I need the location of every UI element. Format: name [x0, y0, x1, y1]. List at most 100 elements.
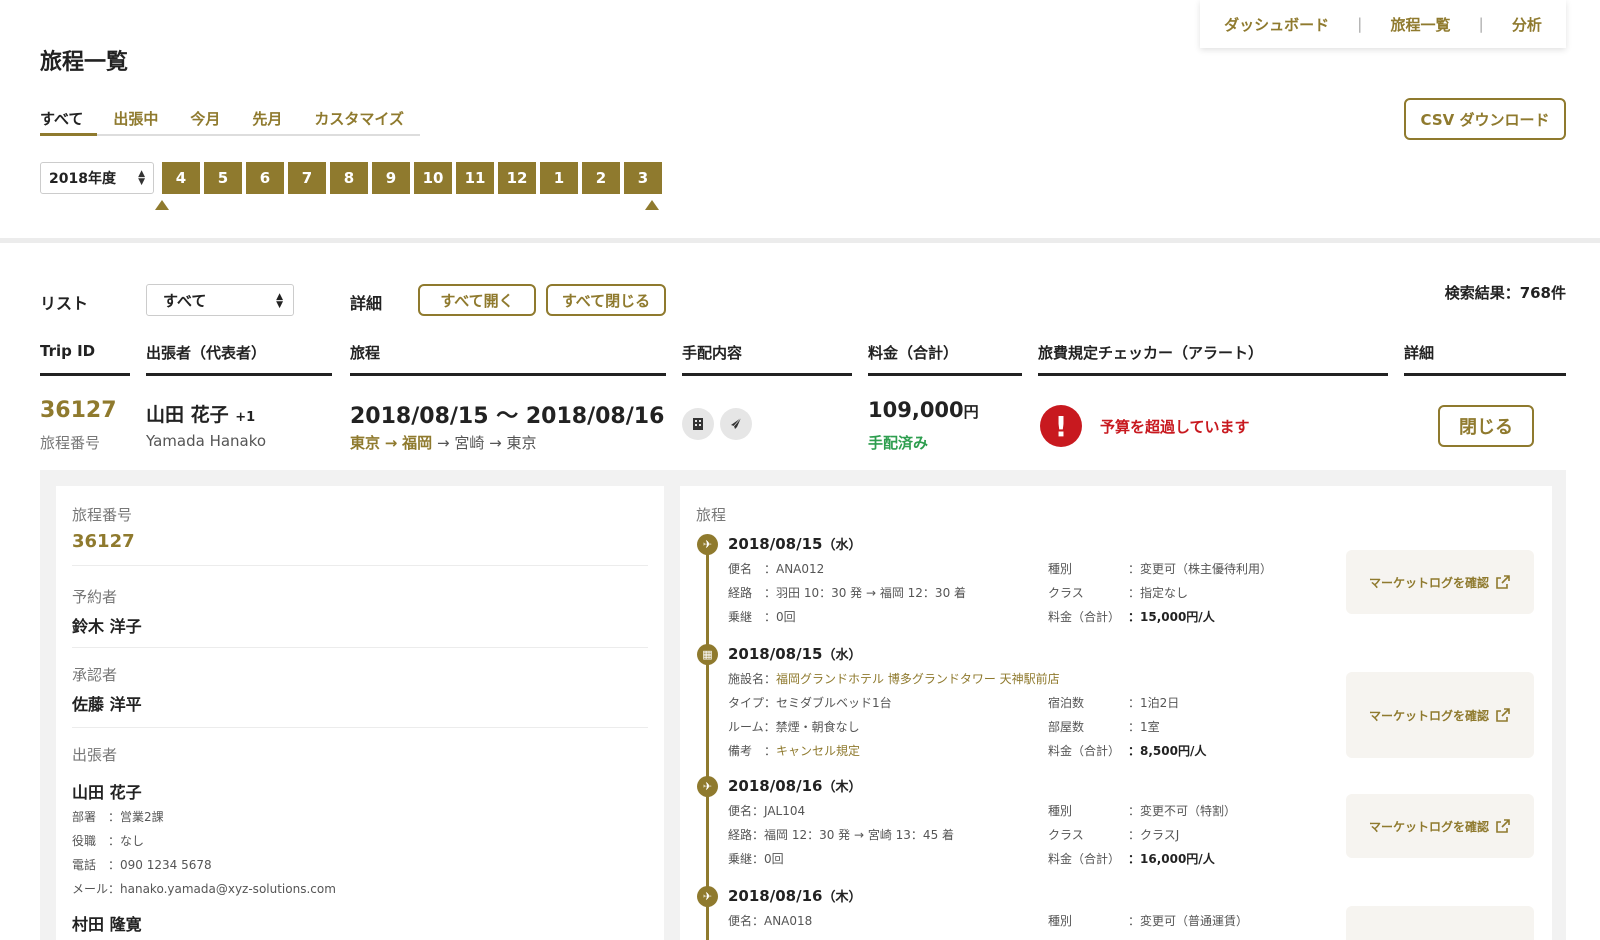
segment-dow: （水） [822, 648, 862, 663]
class-label: クラス [1048, 586, 1084, 600]
month-button[interactable]: 10 [414, 162, 452, 194]
room-options: ルーム：禁煙・朝食なし [728, 720, 860, 734]
itinerary-timeline-card: 旅程 ✈ 2018/08/15（水） 便名 ：ANA012 経路 ：羽田 10：… [680, 486, 1552, 940]
fare-type-value: ：変更不可（特割） [1128, 804, 1237, 818]
note-label: 備考 ： [728, 744, 777, 758]
market-log-button[interactable]: マーケットログを確認 [1346, 794, 1534, 858]
market-log-label: マーケットログを確認 [1368, 708, 1489, 723]
traveler-name: 山田 花子 [72, 783, 142, 802]
class-value: ：指定なし [1128, 586, 1189, 600]
airplane-icon: ✈ [697, 886, 718, 907]
flight-route: 経路 ：羽田 10：30 発 → 福岡 12：30 着 [728, 586, 967, 600]
tab-all[interactable]: すべて [40, 108, 98, 136]
col-itinerary: 旅程 [350, 342, 666, 376]
facility-name-link[interactable]: 福岡グランドホテル 博多グランドタワー 天神駅前店 [776, 672, 1060, 686]
nav-separator: | [1357, 15, 1363, 33]
trip-id-link[interactable]: 36127 [40, 398, 117, 423]
month-button[interactable]: 11 [456, 162, 494, 194]
month-button[interactable]: 6 [246, 162, 284, 194]
external-link-icon [1496, 708, 1510, 722]
fare-type-label: 種別 [1048, 914, 1073, 928]
segment-date: 2018/08/16（木） [728, 776, 861, 795]
traveler-name: 山田 花子 +1 [146, 400, 255, 427]
trip-info-card: 旅程番号 36127 予約者 鈴木 洋子 承認者 佐藤 洋平 出張者 山田 花子… [56, 486, 664, 940]
itinerary-number-section: 旅程番号 36127 [72, 504, 648, 566]
class-value: ：クラスJ [1128, 828, 1180, 842]
booker-label: 予約者 [72, 588, 118, 606]
cancel-policy-link[interactable]: キャンセル規定 [776, 744, 860, 758]
traveler-name-text: 山田 花子 [146, 404, 229, 426]
section-divider [0, 238, 1600, 243]
month-button[interactable]: 5 [204, 162, 242, 194]
tab-customize[interactable]: カスタマイズ [298, 108, 420, 136]
col-trip-id: Trip ID [40, 342, 130, 376]
nav-itinerary-list[interactable]: 旅程一覧 [1390, 14, 1450, 35]
booking-status: 手配済み [868, 434, 929, 452]
airplane-icon: ✈ [697, 776, 718, 797]
external-link-icon [1496, 575, 1510, 589]
price-label: 料金（合計） [1048, 610, 1121, 624]
fiscal-year-value: 2018年度 [49, 171, 116, 187]
range-end-handle[interactable] [645, 200, 659, 210]
col-traveler: 出張者（代表者） [146, 342, 332, 376]
month-button[interactable]: 7 [288, 162, 326, 194]
fiscal-year-select[interactable]: 2018年度 ▲ ▼ [40, 162, 154, 194]
month-button[interactable]: 3 [624, 162, 662, 194]
approver-section: 承認者 佐藤 洋平 [72, 654, 648, 728]
nav-dashboard[interactable]: ダッシュボード [1224, 14, 1329, 35]
approver-label: 承認者 [72, 666, 118, 684]
month-button[interactable]: 4 [162, 162, 200, 194]
flight-number: 便名：ANA018 [728, 914, 813, 928]
rooms-label: 部屋数 [1048, 720, 1085, 734]
month-button[interactable]: 1 [540, 162, 578, 194]
nav-analytics[interactable]: 分析 [1512, 14, 1542, 35]
timeline-line [706, 544, 709, 940]
traveler-name: 村田 隆寛 [72, 915, 142, 934]
market-log-button[interactable]: マーケットログを確認 [1346, 550, 1534, 614]
price-total: 109,000円 [868, 398, 979, 422]
fare-type-value: ：変更可（株主優待利用） [1128, 562, 1273, 576]
market-log-button[interactable] [1346, 906, 1534, 940]
fare-type-value: ：変更可（普通運賃） [1128, 914, 1249, 928]
external-link-icon [1496, 819, 1510, 833]
flight-transfers: 乗継 ：0回 [728, 610, 796, 624]
detail-label: 詳細 [350, 294, 383, 313]
route-arrow: → [436, 434, 450, 452]
tab-last-month[interactable]: 先月 [236, 108, 298, 136]
market-log-button[interactable]: マーケットログを確認 [1346, 672, 1534, 758]
itinerary-dates: 2018/08/15 〜 2018/08/16 [350, 404, 665, 429]
csv-download-button[interactable]: CSV ダウンロード [1404, 98, 1566, 140]
nights-label: 宿泊数 [1048, 696, 1085, 710]
route-city: 福岡 [402, 434, 433, 452]
collapse-all-button[interactable]: すべて閉じる [546, 284, 666, 316]
flight-number: 便名 ：ANA012 [728, 562, 825, 576]
close-detail-button[interactable]: 閉じる [1438, 405, 1534, 447]
airplane-icon: ✈ [697, 534, 718, 555]
range-start-handle[interactable] [155, 200, 169, 210]
traveler-position: 役職 ：なし [72, 834, 145, 848]
expand-all-button[interactable]: すべて開く [418, 284, 536, 316]
route-arrow: → [384, 434, 398, 452]
segment-date-text: 2018/08/15 [728, 535, 823, 553]
traveler-email: メール：hanako.yamada@xyz-solutions.com [72, 882, 336, 896]
month-button[interactable]: 2 [582, 162, 620, 194]
month-button[interactable]: 12 [498, 162, 536, 194]
month-button[interactable]: 9 [372, 162, 410, 194]
price-label: 料金（合計） [1048, 852, 1121, 866]
travelers-section: 出張者 山田 花子 部署 ：営業2課 役職 ：なし 電話 ：090 1234 5… [72, 734, 648, 940]
col-policy-checker: 旅費規定チェッカー（アラート） [1038, 342, 1388, 376]
segment-dow: （水） [822, 538, 862, 553]
segment-dow: （木） [822, 780, 862, 795]
route-city: 東京 [350, 434, 381, 452]
tab-on-trip[interactable]: 出張中 [97, 108, 174, 136]
list-select[interactable]: すべて ▲ ▼ [146, 284, 294, 316]
price-value: ：8,500円/人 [1128, 744, 1207, 758]
segment-date: 2018/08/16（木） [728, 886, 861, 905]
month-button[interactable]: 8 [330, 162, 368, 194]
approver-name: 佐藤 洋平 [72, 695, 142, 714]
traveler-info: 部署 ：営業2課 役職 ：なし 電話 ：090 1234 5678 メール：ha… [72, 805, 648, 901]
hotel-icon: ▦ [697, 644, 718, 665]
tab-this-month[interactable]: 今月 [174, 108, 236, 136]
col-arrangement: 手配内容 [682, 342, 852, 376]
route-city: 宮崎 [454, 434, 485, 452]
